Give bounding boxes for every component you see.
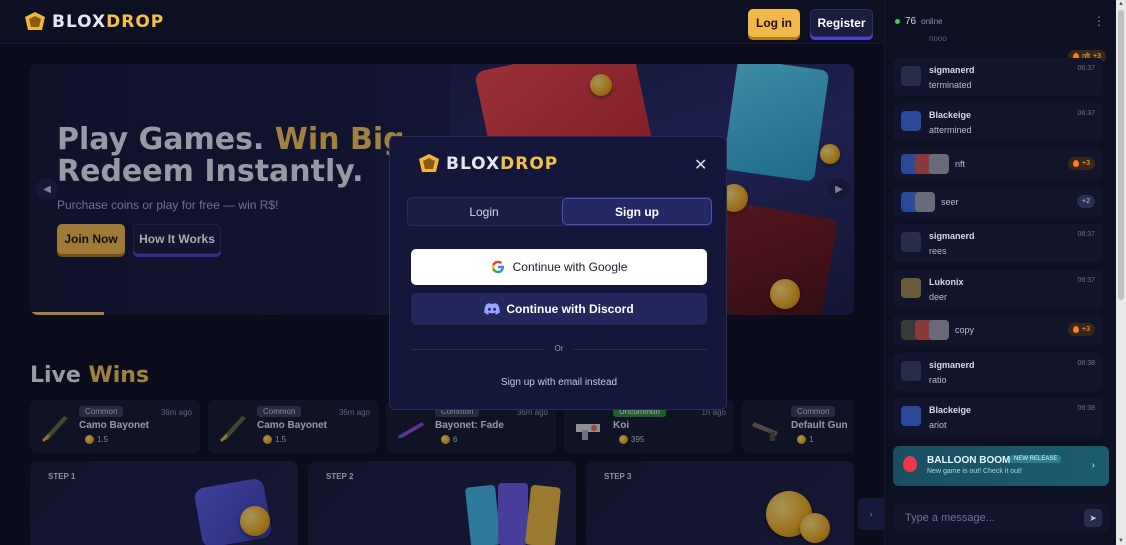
chat-time: 06:38	[1077, 405, 1095, 412]
discord-icon	[484, 303, 501, 315]
avatar[interactable]	[929, 154, 949, 174]
chevron-right-icon: ›	[1091, 460, 1095, 471]
chat-text: nft	[955, 159, 966, 169]
scroll-up-icon[interactable]: ▲	[1117, 0, 1125, 8]
tab-login[interactable]: Login	[408, 198, 560, 225]
google-icon	[491, 260, 504, 274]
fire-icon	[1073, 326, 1080, 333]
chat-text: seer	[941, 197, 959, 207]
chat-message-input[interactable]	[905, 510, 1075, 526]
chat-message: sigmanerd terminated 06:37	[893, 58, 1103, 96]
chat-username[interactable]: Blackeige	[929, 405, 971, 415]
avatar[interactable]	[901, 278, 921, 298]
tab-signup[interactable]: Sign up	[562, 198, 712, 225]
auth-tabs: Login Sign up	[407, 197, 712, 226]
scroll-thumb[interactable]	[1118, 10, 1124, 300]
avatar[interactable]	[915, 192, 935, 212]
discord-label: Continue with Discord	[506, 302, 634, 316]
chat-time: 06:37	[1077, 231, 1095, 238]
avatar[interactable]	[901, 361, 921, 381]
logo-text: BLOXDROP	[446, 154, 559, 174]
continue-with-discord-button[interactable]: Continue with Discord	[411, 293, 707, 325]
chat-time: 06:37	[1077, 65, 1095, 72]
chat-text: terminated	[929, 80, 972, 90]
chat-text: ariot	[929, 420, 947, 430]
chat-message-group: copy +3	[893, 315, 1103, 345]
chat-text: rees	[929, 246, 947, 256]
chat-message-group: nft +3	[893, 149, 1103, 179]
modal-logo: BLOXDROP	[416, 153, 558, 175]
avatar[interactable]	[901, 406, 921, 426]
chat-username[interactable]: sigmanerd	[929, 65, 975, 75]
chat-input-box: ➤	[893, 504, 1109, 532]
login-button[interactable]: Log in	[748, 9, 800, 37]
balloon-boom-promo[interactable]: BALLOON BOOM NEW RELEASE New game is out…	[893, 446, 1109, 486]
chat-time: 06:37	[1077, 277, 1095, 284]
chat-time: 06:38	[1077, 360, 1095, 367]
more-icon[interactable]: ⋮	[1093, 14, 1105, 28]
chat-message: Blackeige attermined 06:37	[893, 103, 1103, 141]
google-label: Continue with Google	[512, 260, 628, 274]
chat-message: sigmanerd rees 06:37	[893, 224, 1103, 262]
fire-icon	[1073, 160, 1080, 167]
online-dot-icon	[895, 19, 900, 24]
signup-email-link[interactable]: Sign up with email instead	[390, 377, 728, 388]
new-release-badge: NEW RELEASE	[1010, 455, 1062, 463]
balloon-icon	[903, 456, 917, 472]
logo-icon	[25, 12, 45, 30]
or-text: Or	[544, 344, 574, 353]
chat-username[interactable]: Lukonix	[929, 277, 964, 287]
reaction-pill[interactable]: +2	[1077, 195, 1095, 208]
logo-icon	[419, 154, 439, 172]
chat-text: copy	[955, 325, 975, 335]
avatar[interactable]	[901, 111, 921, 131]
close-icon[interactable]: ✕	[694, 155, 707, 175]
signup-modal: BLOXDROP ✕ Login Sign up Continue with G…	[389, 136, 727, 410]
site-logo[interactable]: BLOXDROP	[22, 11, 164, 33]
continue-with-google-button[interactable]: Continue with Google	[411, 249, 707, 285]
avatar[interactable]	[901, 232, 921, 252]
register-button[interactable]: Register	[810, 9, 873, 37]
chat-username[interactable]: sigmanerd	[929, 360, 975, 370]
reaction-pill[interactable]: +3	[1068, 323, 1095, 336]
top-header: BLOXDROP Log in Register	[0, 0, 884, 44]
chat-panel: 76 online ⋮ nooo nft +3 sigmanerd termin…	[884, 0, 1116, 545]
chat-faded-message: nooo	[929, 34, 947, 43]
chat-username[interactable]: Blackeige	[929, 110, 971, 120]
chat-text: attermined	[929, 125, 972, 135]
send-icon[interactable]: ➤	[1084, 509, 1102, 527]
page-scrollbar[interactable]: ▲ ▼	[1116, 0, 1126, 545]
chat-text: deer	[929, 292, 948, 302]
avatar[interactable]	[929, 320, 949, 340]
chat-text: ratio	[929, 375, 947, 385]
chat-message: Blackeige ariot 06:38	[893, 398, 1103, 436]
chat-message: Lukonix deer 06:37	[893, 270, 1103, 308]
logo-text: BLOXDROP	[52, 12, 165, 32]
chat-message: sigmanerd ratio 06:38	[893, 353, 1103, 391]
chat-username[interactable]: sigmanerd	[929, 231, 975, 241]
chat-message-group: seer +2	[893, 187, 1103, 217]
app-root: BLOXDROP Log in Register Play Games. Win…	[0, 0, 1126, 545]
reaction-pill[interactable]: +3	[1068, 157, 1095, 170]
scroll-down-icon[interactable]: ▼	[1117, 537, 1125, 545]
promo-subtitle: New game is out! Check it out!	[927, 468, 1022, 475]
avatar[interactable]	[901, 66, 921, 86]
online-indicator: 76 online	[895, 16, 942, 27]
promo-title: BALLOON BOOM	[927, 455, 1011, 466]
chat-time: 06:37	[1077, 110, 1095, 117]
